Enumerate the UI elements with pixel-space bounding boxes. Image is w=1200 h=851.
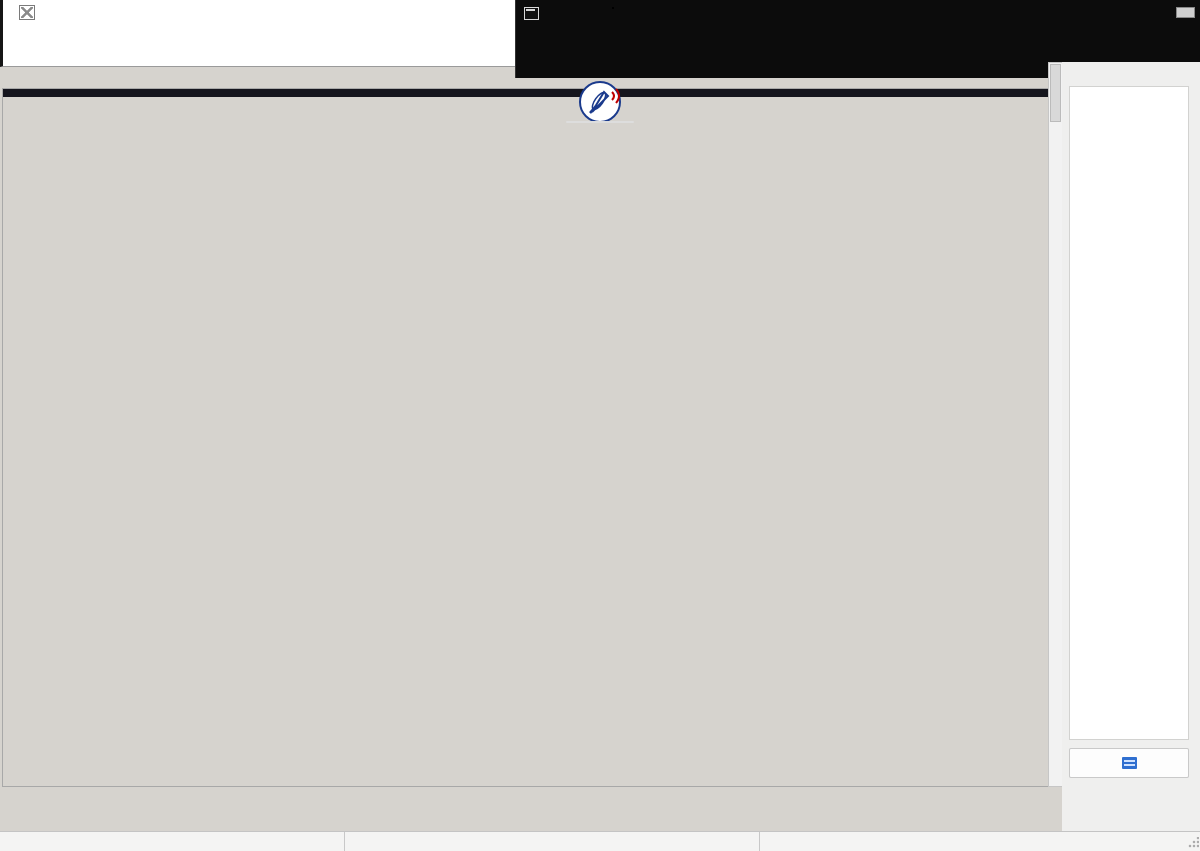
world-clocks-toolbar xyxy=(612,7,614,9)
satellite-dish-icon xyxy=(566,80,634,124)
cmd-icon xyxy=(524,7,539,20)
site-info-block xyxy=(298,1,515,65)
chart-top-bar xyxy=(3,89,1048,97)
list-icon xyxy=(1122,757,1137,769)
vertical-scrollbar[interactable] xyxy=(1048,62,1063,787)
window-title xyxy=(19,5,41,20)
signal-monitor-chart-window xyxy=(2,88,1049,787)
resize-grip[interactable] xyxy=(1187,837,1199,849)
transponder-card xyxy=(1069,86,1189,740)
signal-history-plot[interactable] xyxy=(61,126,1043,778)
dxsatcs-logo-text xyxy=(566,121,634,123)
status-best-signal xyxy=(760,832,1200,851)
signal-analyzer-icon xyxy=(19,5,35,20)
transponder-list-button[interactable] xyxy=(1069,748,1189,778)
transponder-panel xyxy=(1062,62,1200,850)
cmd-minimize-button[interactable] xyxy=(1176,7,1195,18)
cmd-titlebar[interactable] xyxy=(524,7,546,20)
status-sync-counters xyxy=(345,832,760,851)
dxsatcs-logo xyxy=(566,80,634,136)
status-lock-uptime xyxy=(0,832,345,851)
scrollbar-thumb[interactable] xyxy=(1050,64,1061,122)
status-bar xyxy=(0,831,1200,851)
